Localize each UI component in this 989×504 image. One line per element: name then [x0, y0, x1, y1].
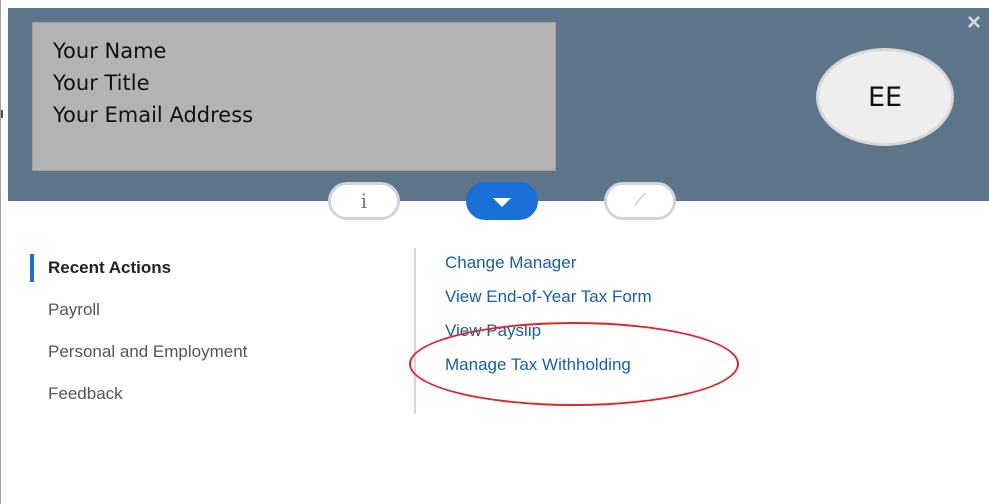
info-button[interactable]: i — [328, 182, 400, 220]
user-title: Your Title — [53, 71, 150, 95]
avatar: EE — [816, 48, 954, 146]
close-icon[interactable]: × — [963, 11, 985, 35]
compass-button[interactable]: ⟋ — [604, 182, 676, 220]
link-view-end-of-year-tax-form[interactable]: View End-of-Year Tax Form — [445, 280, 652, 314]
nav-item-recent-actions[interactable]: Recent Actions — [30, 247, 247, 289]
chevron-down-icon — [493, 198, 511, 207]
user-email: Your Email Address — [53, 103, 254, 127]
compass-icon: ⟋ — [634, 192, 646, 209]
link-view-payslip[interactable]: View Payslip — [445, 314, 652, 348]
nav-item-payroll[interactable]: Payroll — [30, 289, 247, 331]
nav-item-feedback[interactable]: Feedback — [30, 373, 247, 415]
left-border — [0, 0, 1, 504]
category-nav: Recent Actions Payroll Personal and Empl… — [30, 247, 247, 415]
menu-toggle-button[interactable] — [466, 182, 538, 220]
nav-item-personal-and-employment[interactable]: Personal and Employment — [30, 331, 247, 373]
section-divider — [414, 248, 416, 414]
left-border-tick — [1, 110, 3, 118]
user-name: Your Name — [53, 39, 167, 63]
identity-box: Your Name Your Title Your Email Address — [32, 22, 556, 171]
link-manage-tax-withholding[interactable]: Manage Tax Withholding — [445, 348, 652, 382]
info-icon: i — [360, 189, 368, 213]
profile-header: Your Name Your Title Your Email Address … — [8, 8, 989, 201]
link-change-manager[interactable]: Change Manager — [445, 246, 652, 280]
recent-actions-list: Change Manager View End-of-Year Tax Form… — [445, 246, 652, 382]
